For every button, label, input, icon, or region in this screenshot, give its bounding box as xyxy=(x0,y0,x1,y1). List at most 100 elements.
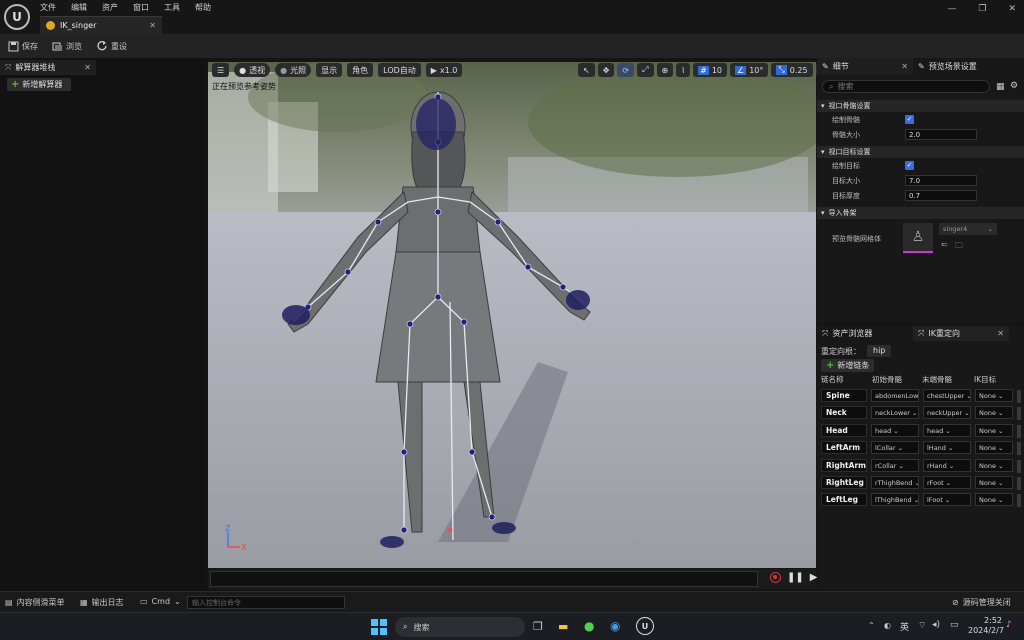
pause-icon[interactable]: ❚❚ xyxy=(787,572,804,583)
row-options-handle[interactable] xyxy=(1017,494,1021,508)
taskbar-search[interactable]: ⌕ 搜索 xyxy=(395,617,525,637)
row-options-handle[interactable] xyxy=(1017,459,1021,473)
tab-details[interactable]: ✎ 细节 ✕ xyxy=(817,58,913,75)
close-retarget-icon[interactable]: ✕ xyxy=(997,329,1004,338)
browse-asset-icon[interactable]: 🗀 xyxy=(955,240,963,254)
end-bone-dropdown[interactable]: rHand ⌄ xyxy=(923,458,971,472)
restore-icon[interactable]: ❐ xyxy=(978,4,986,14)
viewport-timeline[interactable] xyxy=(210,571,758,587)
close-details-icon[interactable]: ✕ xyxy=(901,62,908,71)
solver-stack-tab[interactable]: ⤧ 解算器堆栈 ✕ xyxy=(0,60,96,75)
retarget-root-field[interactable]: hip xyxy=(867,345,892,357)
start-bone-dropdown[interactable]: lThighBend ⌄ xyxy=(871,493,919,507)
row-options-handle[interactable] xyxy=(1017,390,1021,403)
ik-goal-dropdown[interactable]: None ⌄ xyxy=(975,423,1013,437)
volume-icon[interactable]: ◂) xyxy=(932,620,940,630)
chevron-up-icon[interactable]: ⌃ xyxy=(868,621,875,630)
battery-icon[interactable]: ▭ xyxy=(950,620,959,630)
section-import[interactable]: ▾ 导入骨架 xyxy=(817,207,1024,219)
viewport-menu-button[interactable]: ☰ xyxy=(212,63,230,77)
ik-goal-dropdown[interactable]: None ⌄ xyxy=(975,476,1013,489)
show-button[interactable]: 显示 xyxy=(316,63,343,77)
lod-button[interactable]: LOD自动 xyxy=(378,63,421,77)
close-window-icon[interactable]: ✕ xyxy=(1008,4,1016,14)
file-explorer-icon[interactable]: ▬ xyxy=(558,620,568,633)
angle-snap-button[interactable]: ∠ 10° xyxy=(730,63,769,77)
lighting-button[interactable]: ● 光照 xyxy=(275,63,312,77)
record-icon[interactable] xyxy=(770,572,781,583)
reset-button[interactable]: 重设 xyxy=(96,40,127,52)
start-bone-dropdown[interactable]: rCollar ⌄ xyxy=(871,458,919,472)
close-tab-icon[interactable]: ✕ xyxy=(149,21,156,30)
console-input[interactable]: 输入控制台命令 xyxy=(187,596,345,609)
tab-asset-browser[interactable]: ⤧ 资产浏览器 xyxy=(817,326,913,341)
input-language[interactable]: 英 xyxy=(900,620,909,633)
select-mode-button[interactable]: ↖ xyxy=(578,63,595,77)
end-bone-dropdown[interactable]: head ⌄ xyxy=(923,423,971,437)
goal-thickness-field[interactable]: 0.7 xyxy=(905,190,977,201)
character-button[interactable]: 角色 xyxy=(347,63,374,77)
perspective-button[interactable]: ● 透视 xyxy=(234,63,271,77)
scale-mode-button[interactable]: ⤢ xyxy=(637,63,654,77)
chain-name-field[interactable]: RightArm xyxy=(821,458,867,472)
browse-button[interactable]: 浏览 xyxy=(52,41,82,52)
end-bone-dropdown[interactable]: lFoot ⌄ xyxy=(923,493,971,507)
tab-preview-scene[interactable]: ✎ 预览场景设置 xyxy=(913,58,982,75)
ik-goal-dropdown[interactable]: None ⌄ xyxy=(975,441,1013,455)
chain-name-field[interactable]: LeftArm xyxy=(821,441,867,455)
wechat-icon[interactable]: ● xyxy=(584,619,594,633)
chain-name-field[interactable]: Head xyxy=(821,423,867,437)
close-panel-icon[interactable]: ✕ xyxy=(84,63,91,72)
add-solver-button[interactable]: + 新增解算器 xyxy=(7,78,71,91)
start-bone-dropdown[interactable]: rThighBend ⌄ xyxy=(871,476,919,489)
unreal-logo-icon[interactable]: U xyxy=(4,4,30,30)
section-viewport-bone[interactable]: ▾ 视口骨骼设置 xyxy=(817,100,1024,112)
task-view-icon[interactable]: ❐ xyxy=(533,620,543,633)
menu-help[interactable]: 帮助 xyxy=(195,2,211,13)
ik-goal-dropdown[interactable]: None ⌄ xyxy=(975,406,1013,420)
ik-goal-dropdown[interactable]: None ⌄ xyxy=(975,389,1013,402)
row-options-handle[interactable] xyxy=(1017,442,1021,456)
row-options-handle[interactable] xyxy=(1017,424,1021,438)
grid-snap-button[interactable]: #10 xyxy=(693,63,728,77)
table-view-icon[interactable]: ▦ xyxy=(996,82,1005,92)
gear-icon[interactable]: ⚙ xyxy=(1010,81,1018,91)
use-selected-icon[interactable]: ⇐ xyxy=(941,240,948,249)
start-bone-dropdown[interactable]: head ⌄ xyxy=(871,423,919,437)
menu-file[interactable]: 文件 xyxy=(40,2,56,13)
document-tab[interactable]: IK_singer ✕ xyxy=(40,16,162,34)
end-bone-dropdown[interactable]: chestUpper ⌄ xyxy=(923,389,971,402)
rotate-mode-button[interactable]: ⟳ xyxy=(617,63,635,77)
notification-bell-icon[interactable]: ♪ xyxy=(1006,620,1012,630)
surface-snap-button[interactable]: ⌇ xyxy=(676,63,691,77)
search-input[interactable]: ⌕ 搜索 xyxy=(822,80,990,93)
menu-window[interactable]: 窗口 xyxy=(133,2,149,13)
unreal-taskbar-icon[interactable]: U xyxy=(636,617,654,635)
start-bone-dropdown[interactable]: abdomenLowe ⌄ xyxy=(871,389,919,402)
ik-goal-dropdown[interactable]: None ⌄ xyxy=(975,458,1013,472)
output-log-button[interactable]: ▦ 输出日志 xyxy=(80,597,124,608)
start-bone-dropdown[interactable]: lCollar ⌄ xyxy=(871,441,919,455)
menu-asset[interactable]: 资产 xyxy=(102,2,118,13)
menu-edit[interactable]: 编辑 xyxy=(71,2,87,13)
goal-size-field[interactable]: 7.0 xyxy=(905,175,977,186)
chain-name-field[interactable]: Spine xyxy=(821,389,867,402)
world-local-button[interactable]: ⊕ xyxy=(656,63,674,77)
scale-snap-button[interactable]: ⤡ 0.25 xyxy=(771,63,813,77)
mesh-dropdown[interactable]: singer4 ⌄ xyxy=(939,223,997,235)
save-button[interactable]: 保存 xyxy=(8,41,38,52)
menu-tools[interactable]: 工具 xyxy=(164,2,180,13)
row-options-handle[interactable] xyxy=(1017,407,1021,421)
viewport[interactable]: Z X xyxy=(208,62,816,568)
end-bone-dropdown[interactable]: lHand ⌄ xyxy=(923,441,971,455)
draw-bones-checkbox[interactable]: ✓ xyxy=(905,115,914,124)
end-bone-dropdown[interactable]: rFoot ⌄ xyxy=(923,476,971,489)
chain-name-field[interactable]: LeftLeg xyxy=(821,493,867,507)
wifi-icon[interactable]: ⌔ xyxy=(918,620,926,631)
draw-goals-checkbox[interactable]: ✓ xyxy=(905,161,914,170)
minimize-icon[interactable]: — xyxy=(947,4,956,14)
row-options-handle[interactable] xyxy=(1017,477,1021,490)
play-speed-button[interactable]: ▶ x1.0 xyxy=(425,63,463,77)
clock[interactable]: 2:52 2024/2/7 xyxy=(968,616,1004,636)
end-bone-dropdown[interactable]: neckUpper ⌄ xyxy=(923,406,971,420)
